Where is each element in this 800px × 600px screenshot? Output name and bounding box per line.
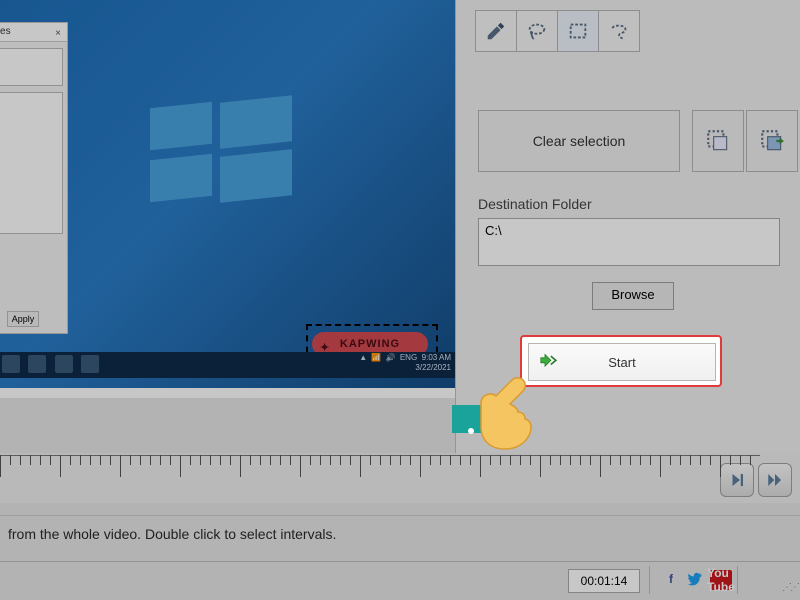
watermark-text: KAPWING: [340, 338, 400, 350]
tray-icon: ▲: [357, 353, 367, 363]
fast-forward-button[interactable]: [758, 463, 792, 497]
save-selection-button[interactable]: [746, 110, 798, 172]
browse-button[interactable]: Browse: [592, 282, 674, 310]
task-icon[interactable]: [55, 355, 73, 373]
playhead-time: 00:01:14: [568, 569, 640, 593]
status-bar: 00:01:14 f You Tube ⋰⋰: [0, 561, 800, 600]
start-button[interactable]: Start: [528, 343, 716, 381]
youtube-icon[interactable]: You Tube: [710, 570, 732, 590]
desktop-wallpaper: operties × OK Apply ✦ KAPWING ▲ 📶 🔊: [0, 0, 455, 388]
start-highlight: Start: [520, 335, 722, 387]
start-label: Start: [608, 355, 635, 370]
tray-lang: ENG: [400, 353, 417, 362]
hint-text: from the whole video. Double click to se…: [0, 515, 800, 561]
tools-panel: Clear selection Destination Folder C:\ B…: [455, 0, 800, 454]
resize-grip-icon[interactable]: ⋰⋰: [782, 582, 798, 593]
free-select-button[interactable]: [599, 10, 640, 52]
divider: [649, 566, 650, 594]
copy-selection-button[interactable]: [692, 110, 744, 172]
task-icon[interactable]: [81, 355, 99, 373]
lasso-tool-button[interactable]: [517, 10, 558, 52]
destination-label: Destination Folder: [478, 196, 592, 212]
volume-icon: 🔊: [386, 353, 396, 363]
windows-logo-icon: [150, 105, 290, 215]
network-icon: 📶: [371, 353, 381, 363]
social-links: f You Tube: [662, 570, 732, 590]
destination-path-field[interactable]: C:\: [478, 218, 780, 266]
properties-dialog: operties × OK Apply: [0, 22, 68, 334]
dialog-list: [0, 92, 63, 234]
taskbar: ▲ 📶 🔊 ENG 9:03 AM 3/22/2021: [0, 352, 455, 378]
tray-time: 9:03 AM: [422, 353, 451, 362]
selection-tools: [475, 10, 640, 52]
divider: [737, 566, 738, 594]
dialog-field: [0, 48, 63, 86]
pencil-tool-button[interactable]: [475, 10, 517, 52]
play-arrow-icon: [539, 352, 561, 375]
video-preview: operties × OK Apply ✦ KAPWING ▲ 📶 🔊: [0, 0, 455, 398]
task-icon[interactable]: [28, 355, 46, 373]
twitter-icon[interactable]: [686, 570, 704, 588]
dialog-title: operties ×: [0, 23, 67, 42]
apply-button[interactable]: Apply: [7, 311, 40, 327]
facebook-icon[interactable]: f: [662, 570, 680, 588]
rectangle-select-button[interactable]: [558, 10, 599, 52]
system-tray: ▲ 📶 🔊 ENG 9:03 AM 3/22/2021: [357, 353, 451, 373]
close-icon[interactable]: ×: [51, 25, 65, 39]
start-icon[interactable]: [2, 355, 20, 373]
clear-selection-button[interactable]: Clear selection: [478, 110, 680, 172]
tray-date: 3/22/2021: [415, 363, 451, 372]
next-frame-button[interactable]: [720, 463, 754, 497]
timeline[interactable]: [0, 453, 800, 503]
